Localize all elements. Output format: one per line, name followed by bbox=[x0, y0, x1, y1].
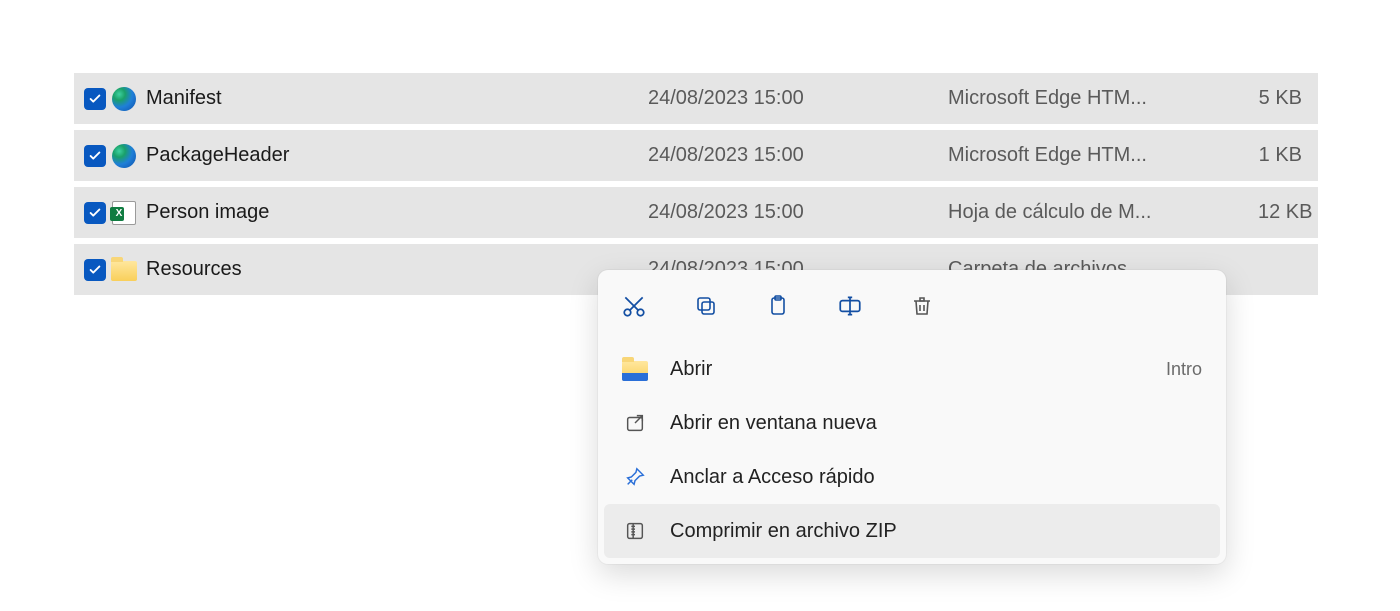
file-name: PackageHeader bbox=[146, 144, 648, 167]
checkbox-icon[interactable] bbox=[84, 259, 106, 281]
file-type: Microsoft Edge HTM... bbox=[948, 144, 1258, 167]
menu-pin-quick-access[interactable]: Anclar a Acceso rápido bbox=[604, 450, 1220, 504]
menu-item-label: Anclar a Acceso rápido bbox=[670, 466, 1202, 489]
paste-icon[interactable] bbox=[764, 292, 792, 320]
menu-compress-zip[interactable]: Comprimir en archivo ZIP bbox=[604, 504, 1220, 558]
folder-open-icon bbox=[622, 356, 648, 382]
excel-icon bbox=[110, 199, 138, 227]
cut-icon[interactable] bbox=[620, 292, 648, 320]
copy-icon[interactable] bbox=[692, 292, 720, 320]
context-menu: Abrir Intro Abrir en ventana nueva Ancla… bbox=[598, 270, 1226, 564]
file-type: Microsoft Edge HTM... bbox=[948, 87, 1258, 110]
file-name: Person image bbox=[146, 201, 648, 224]
menu-item-label: Abrir bbox=[670, 358, 1166, 381]
menu-item-label: Abrir en ventana nueva bbox=[670, 412, 1202, 435]
file-date: 24/08/2023 15:00 bbox=[648, 144, 948, 167]
file-row[interactable]: PackageHeader 24/08/2023 15:00 Microsoft… bbox=[74, 130, 1318, 181]
edge-icon bbox=[110, 85, 138, 113]
menu-item-shortcut: Intro bbox=[1166, 359, 1202, 380]
file-type: Hoja de cálculo de M... bbox=[948, 201, 1258, 224]
folder-icon bbox=[110, 256, 138, 284]
file-size: 12 KB bbox=[1258, 201, 1318, 224]
edge-icon bbox=[110, 142, 138, 170]
checkbox-icon[interactable] bbox=[84, 88, 106, 110]
file-date: 24/08/2023 15:00 bbox=[648, 201, 948, 224]
menu-open[interactable]: Abrir Intro bbox=[604, 342, 1220, 396]
checkbox-icon[interactable] bbox=[84, 202, 106, 224]
context-menu-toolbar bbox=[604, 284, 1220, 342]
file-list: Manifest 24/08/2023 15:00 Microsoft Edge… bbox=[74, 73, 1318, 301]
checkbox-icon[interactable] bbox=[84, 145, 106, 167]
file-row[interactable]: Manifest 24/08/2023 15:00 Microsoft Edge… bbox=[74, 73, 1318, 124]
delete-icon[interactable] bbox=[908, 292, 936, 320]
menu-item-label: Comprimir en archivo ZIP bbox=[670, 520, 1202, 543]
rename-icon[interactable] bbox=[836, 292, 864, 320]
zip-icon bbox=[622, 518, 648, 544]
file-size: 1 KB bbox=[1258, 144, 1308, 167]
pin-icon bbox=[622, 464, 648, 490]
file-row[interactable]: Person image 24/08/2023 15:00 Hoja de cá… bbox=[74, 187, 1318, 238]
file-name: Resources bbox=[146, 258, 648, 281]
file-size: 5 KB bbox=[1258, 87, 1308, 110]
file-date: 24/08/2023 15:00 bbox=[648, 87, 948, 110]
menu-open-new-window[interactable]: Abrir en ventana nueva bbox=[604, 396, 1220, 450]
file-name: Manifest bbox=[146, 87, 648, 110]
open-window-icon bbox=[622, 410, 648, 436]
